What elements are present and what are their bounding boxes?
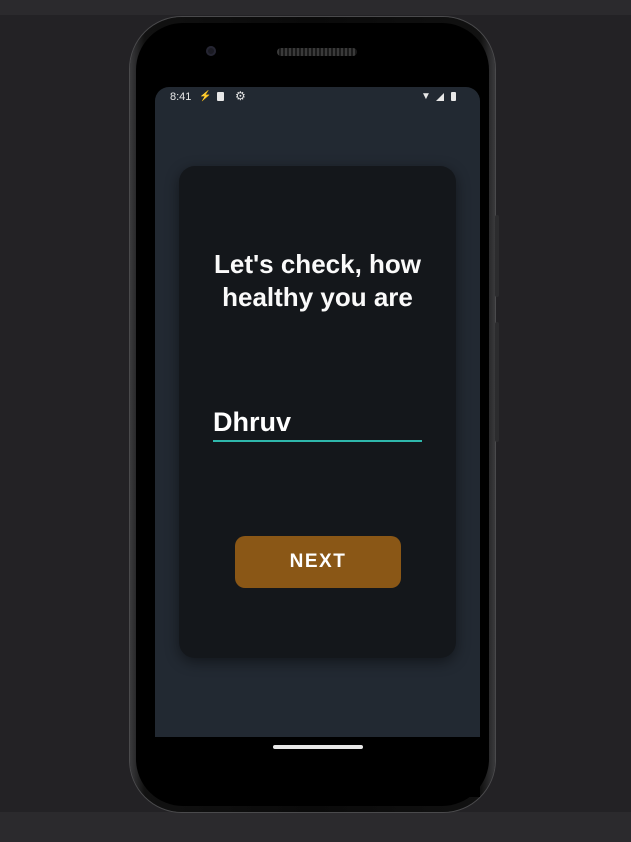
status-time: 8:41 [170,91,192,103]
sd-card-icon [217,92,224,101]
battery-icon [451,92,456,101]
onboarding-card: Let's check, how healthy you are NEXT [179,166,456,658]
signal-icon [436,93,444,101]
phone-frame: 8:41 ⚡ ⚙ ▼ Let's check, how healthy you … [130,17,499,812]
name-input[interactable] [213,404,422,442]
bottom-edge [0,812,631,842]
speaker-grille [277,48,357,56]
camera-icon [206,46,216,56]
app-screen: 8:41 ⚡ ⚙ ▼ Let's check, how healthy you … [155,87,480,737]
gear-icon: ⚙ [235,89,246,103]
volume-button [495,322,499,442]
bolt-icon: ⚡ [199,91,212,102]
status-bar: 8:41 ⚡ ⚙ ▼ [155,87,480,109]
phone-bezel: 8:41 ⚡ ⚙ ▼ Let's check, how healthy you … [136,23,489,806]
top-edge [0,0,631,15]
page-title: Let's check, how healthy you are [213,249,422,312]
wifi-icon: ▼ [421,91,431,102]
power-button [495,215,499,297]
navigation-bar [155,737,480,797]
home-gesture-pill[interactable] [273,745,363,749]
next-button[interactable]: NEXT [235,536,401,588]
